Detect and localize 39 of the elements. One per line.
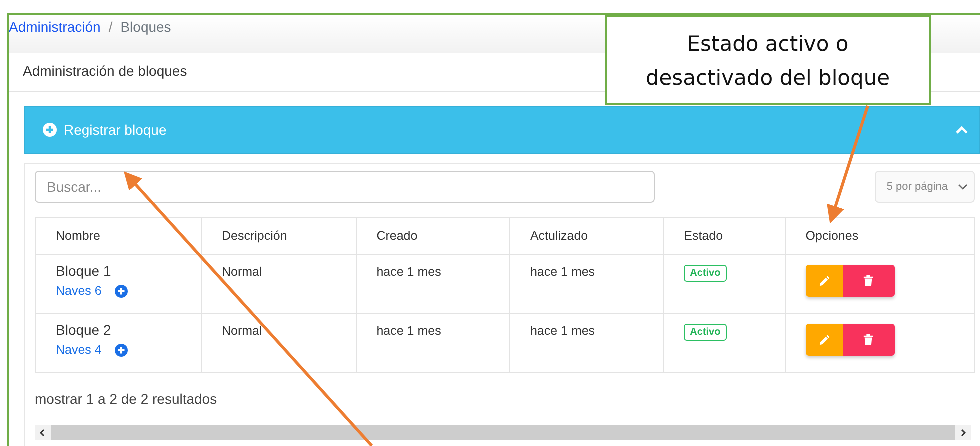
plus-circle-icon (43, 123, 57, 137)
table-cell: Normal (222, 265, 262, 279)
chevron-down-icon (958, 184, 968, 190)
column-header: Creado (356, 218, 510, 254)
trash-icon (863, 334, 874, 346)
status-badge: Activo (684, 265, 727, 282)
search-field[interactable]: Buscar... (35, 171, 655, 203)
scroll-right-icon[interactable] (961, 428, 967, 436)
table-cell: hace 1 mes (376, 265, 442, 279)
delete-button[interactable] (842, 324, 895, 356)
add-circle-icon[interactable] (114, 284, 128, 298)
pencil-icon (818, 276, 830, 286)
table-cell: Normal (222, 324, 262, 338)
horizontal-scrollbar[interactable] (35, 425, 971, 440)
table-cell: hace 1 mes (530, 265, 596, 279)
table-cell: hace 1 mes (376, 324, 442, 338)
scroll-left-icon[interactable] (39, 428, 45, 436)
naves-link[interactable]: Naves 4 (56, 343, 102, 357)
breadcrumb-current: Bloques (120, 19, 172, 35)
trash-icon (863, 275, 874, 287)
table-cell: hace 1 mes (530, 324, 596, 338)
column-header: Descripción (202, 218, 356, 254)
results-count: mostrar 1 a 2 de 2 resultados (35, 391, 218, 407)
annotation-callout: Estado activo o desactivado del bloque (605, 15, 931, 105)
chevron-icon (955, 125, 969, 135)
breadcrumb-link[interactable]: Administración (9, 19, 101, 35)
add-circle-icon[interactable] (114, 344, 128, 356)
column-header: Estado (664, 218, 786, 254)
column-header: Nombre (36, 218, 202, 254)
delete-button[interactable] (842, 265, 895, 297)
page-size-select[interactable]: 5 por página (874, 171, 975, 203)
column-header: Actulizado (510, 218, 664, 254)
naves-link[interactable]: Naves 6 (56, 284, 102, 298)
breadcrumb-separator: / (108, 19, 113, 35)
status-badge: Activo (684, 324, 727, 341)
block-name: Bloque 2 (56, 322, 112, 338)
column-header: Opciones (785, 218, 974, 254)
block-name: Bloque 1 (56, 263, 112, 279)
pencil-icon (818, 334, 830, 346)
